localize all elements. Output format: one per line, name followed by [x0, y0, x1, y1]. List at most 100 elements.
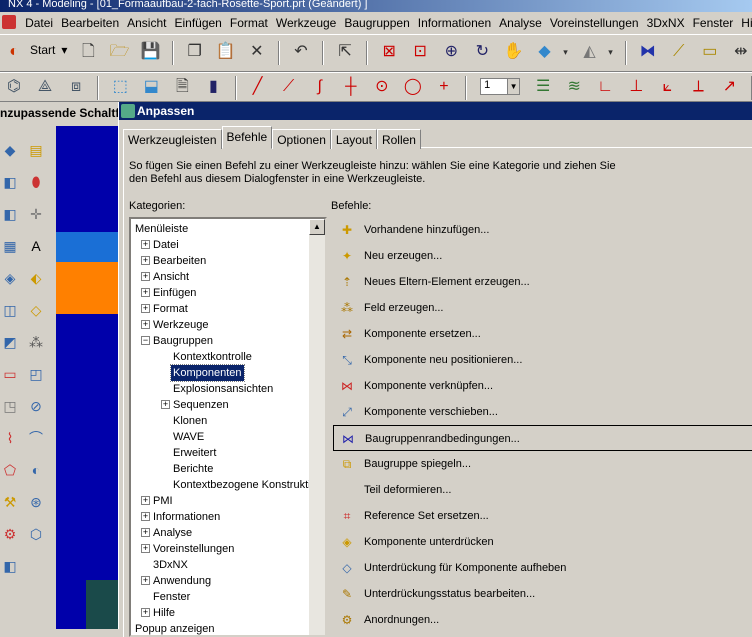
category-item[interactable]: + Format	[133, 301, 311, 317]
category-item[interactable]: + Voreinstellungen	[133, 541, 311, 557]
document-icon[interactable]: 🗎	[171, 76, 193, 98]
hole-icon[interactable]: ⊘	[26, 396, 46, 416]
selection-icon[interactable]: ⇱	[334, 41, 356, 63]
datum-icon[interactable]: ⟁	[34, 76, 56, 98]
start-button[interactable]: Start	[30, 43, 55, 57]
category-item[interactable]: Berichte	[133, 461, 311, 477]
categories-tree[interactable]: Menüleiste + Datei + Bearbeiten + Ansicht + Einf…	[129, 217, 327, 637]
scroll-up-icon[interactable]: ▲	[309, 219, 325, 235]
render-dropdown-icon[interactable]: ▾	[607, 41, 615, 63]
command-item[interactable]: ◈ Komponente unterdrücken	[333, 529, 752, 555]
category-item[interactable]: WAVE	[133, 429, 311, 445]
line2-icon[interactable]: ⟋	[278, 76, 300, 98]
command-item[interactable]: ⁂ Feld erzeugen...	[333, 295, 752, 321]
measure-icon[interactable]: ⟋	[668, 41, 690, 63]
cube-icon[interactable]: ⬡	[26, 524, 46, 544]
ruler-icon[interactable]: ▭	[699, 41, 721, 63]
add-component-icon[interactable]: ⬓	[140, 76, 162, 98]
sketch-icon[interactable]: ⌬	[3, 76, 25, 98]
zoom-box-icon[interactable]: ⊡	[409, 41, 431, 63]
command-item[interactable]: ⋈ Baugruppenrandbedingungen...	[333, 425, 752, 451]
pattern-icon[interactable]: ⊛	[26, 492, 46, 512]
expand-icon[interactable]: +	[141, 528, 150, 537]
dialog-titlebar[interactable]: Anpassen	[119, 102, 752, 120]
menu-ansicht[interactable]: Ansicht	[123, 12, 170, 30]
expand-icon[interactable]: +	[141, 576, 150, 585]
circle-icon[interactable]: ⊙	[371, 76, 393, 98]
rotate-icon[interactable]: ↻	[471, 41, 493, 63]
category-item[interactable]: + Bearbeiten	[133, 253, 311, 269]
thicken-icon[interactable]: ◐	[26, 460, 46, 480]
wcs-icon[interactable]: ∟	[594, 76, 616, 98]
nx-app-icon[interactable]	[2, 15, 16, 29]
tab-rollen[interactable]: Rollen	[376, 129, 421, 149]
category-item[interactable]: Erweitert	[133, 445, 311, 461]
command-item[interactable]: ⋈ Komponente verknüpfen...	[333, 373, 752, 399]
save-icon[interactable]: 💾	[140, 41, 162, 63]
arc-icon[interactable]: ◯	[402, 76, 424, 98]
line-icon[interactable]: ╱	[247, 76, 269, 98]
expand-icon[interactable]: +	[141, 512, 150, 521]
book-icon[interactable]: ▮	[202, 76, 224, 98]
render-style-icon[interactable]: ◭	[579, 41, 601, 63]
menu-hilfe[interactable]: Hilfe	[737, 12, 752, 30]
view-dropdown-icon[interactable]: ▾	[562, 41, 570, 63]
feature-icon[interactable]: ⧈	[65, 76, 87, 98]
category-item[interactable]: + Analyse	[133, 525, 311, 541]
graphics-viewport[interactable]	[56, 126, 120, 629]
wcs-orient-icon[interactable]: ↗	[719, 76, 741, 98]
category-item[interactable]: − Baugruppen	[133, 333, 311, 349]
command-item[interactable]: ⚙ Anordnungen...	[333, 607, 752, 633]
category-item[interactable]: + Einfügen	[133, 285, 311, 301]
cylinder-icon[interactable]: ⬮	[26, 172, 46, 192]
rectangle-icon[interactable]: ▭	[0, 364, 20, 384]
undo-icon[interactable]: ↶	[290, 41, 312, 63]
extrude-icon[interactable]: ⬖	[26, 268, 46, 288]
menu-baugruppen[interactable]: Baugruppen	[340, 12, 413, 30]
offset-icon[interactable]: ⬠	[0, 460, 20, 480]
open-folder-icon[interactable]: 🗁	[109, 41, 131, 63]
commands-list[interactable]: ✚ Vorhandene hinzufügen... ✦ Neu erzeugen..…	[333, 217, 752, 629]
tool-icon[interactable]: ⚒	[0, 492, 20, 512]
tab-layout[interactable]: Layout	[330, 129, 377, 149]
layers-icon[interactable]: ≋	[563, 76, 585, 98]
trim-icon[interactable]: ⌒	[26, 428, 46, 448]
menu-analyse[interactable]: Analyse	[495, 12, 546, 30]
pan-icon[interactable]: ✋	[502, 41, 524, 63]
layer-settings-icon[interactable]: ☰	[532, 76, 554, 98]
chevron-down-icon[interactable]: ▼	[507, 79, 520, 94]
command-item[interactable]: ⧉ Baugruppe spiegeln...	[333, 451, 752, 477]
sheet-icon[interactable]: ◳	[0, 396, 20, 416]
feature-tree-icon[interactable]: ▤	[26, 140, 46, 160]
box-icon[interactable]: ◧	[0, 204, 20, 224]
tab-werkzeugleisten[interactable]: Werkzeugleisten	[123, 129, 222, 149]
fit-icon[interactable]: ⊠	[378, 41, 400, 63]
category-item[interactable]: Fenster	[133, 589, 311, 605]
category-item[interactable]: 3DxNX	[133, 557, 311, 573]
expand-icon[interactable]: +	[141, 288, 150, 297]
command-item[interactable]: ◇ Unterdrückung für Komponente aufheben	[333, 555, 752, 581]
category-item[interactable]: Popup anzeigen	[133, 621, 311, 635]
gear-icon[interactable]: ⚙	[0, 524, 20, 544]
tab-optionen[interactable]: Optionen	[272, 129, 331, 149]
command-item[interactable]: ⤢ Komponente verschieben...	[333, 399, 752, 425]
menu-3dxnx[interactable]: 3DxNX	[643, 12, 689, 30]
expand-icon[interactable]: +	[141, 240, 150, 249]
collapse-icon[interactable]: −	[141, 336, 150, 345]
expand-icon[interactable]: +	[141, 304, 150, 313]
tab-befehle[interactable]: Befehle	[221, 126, 273, 149]
category-item[interactable]: + Anwendung	[133, 573, 311, 589]
copy-icon[interactable]: ❐	[184, 41, 206, 63]
command-item[interactable]: Teil deformieren...	[333, 477, 752, 503]
category-item[interactable]: + PMI	[133, 493, 311, 509]
expand-icon[interactable]: +	[161, 400, 170, 409]
start-dropdown-icon[interactable]: ▾	[61, 43, 67, 57]
menu-voreinstellungen[interactable]: Voreinstellungen	[546, 12, 643, 30]
zoom-icon[interactable]: ⊕	[440, 41, 462, 63]
category-item[interactable]: Menüleiste	[133, 221, 311, 237]
command-item[interactable]: ⤡ Komponente neu positionieren...	[333, 347, 752, 373]
solid-face-icon[interactable]: ◧	[0, 556, 20, 576]
expand-icon[interactable]: +	[141, 544, 150, 553]
expand-icon[interactable]: +	[141, 256, 150, 265]
expand-icon[interactable]: +	[141, 608, 150, 617]
